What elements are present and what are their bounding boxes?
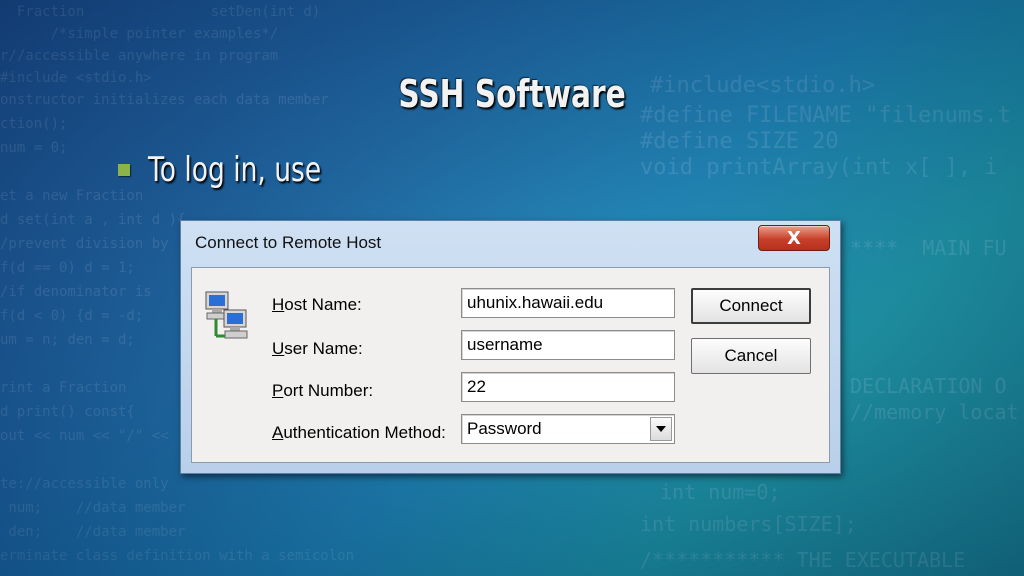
host-name-label: Host Name:: [272, 295, 362, 314]
bullet-marker: [118, 164, 130, 176]
slide-title: SSH Software: [398, 72, 626, 116]
connect-button[interactable]: Connect: [691, 288, 811, 324]
bullet-text: To log in, use: [148, 150, 322, 190]
auth-method-select[interactable]: Password: [461, 414, 675, 444]
auth-method-label: Authentication Method:: [272, 423, 446, 442]
close-icon: X: [787, 227, 801, 249]
user-name-input[interactable]: username: [461, 330, 675, 360]
host-name-value: uhunix.hawaii.edu: [467, 293, 604, 312]
port-number-label: Port Number:: [272, 381, 374, 400]
user-name-label: User Name:: [272, 339, 363, 358]
dialog-client-area: Host Name: uhunix.hawaii.edu User Name: …: [191, 267, 830, 463]
connect-dialog: Connect to Remote Host X Host Name: uhun…: [180, 220, 841, 474]
network-computers-icon: [205, 291, 248, 339]
user-name-value: username: [467, 335, 543, 354]
cancel-button[interactable]: Cancel: [691, 338, 811, 374]
close-button[interactable]: X: [758, 225, 830, 251]
chevron-down-icon[interactable]: [650, 417, 672, 441]
dialog-title: Connect to Remote Host: [195, 233, 382, 252]
host-name-input[interactable]: uhunix.hawaii.edu: [461, 288, 675, 318]
dialog-titlebar[interactable]: Connect to Remote Host X: [181, 221, 840, 265]
bullet-item: To log in, use: [118, 150, 370, 190]
auth-method-value: Password: [467, 419, 542, 438]
port-number-input[interactable]: 22: [461, 372, 675, 402]
port-number-value: 22: [467, 377, 486, 396]
